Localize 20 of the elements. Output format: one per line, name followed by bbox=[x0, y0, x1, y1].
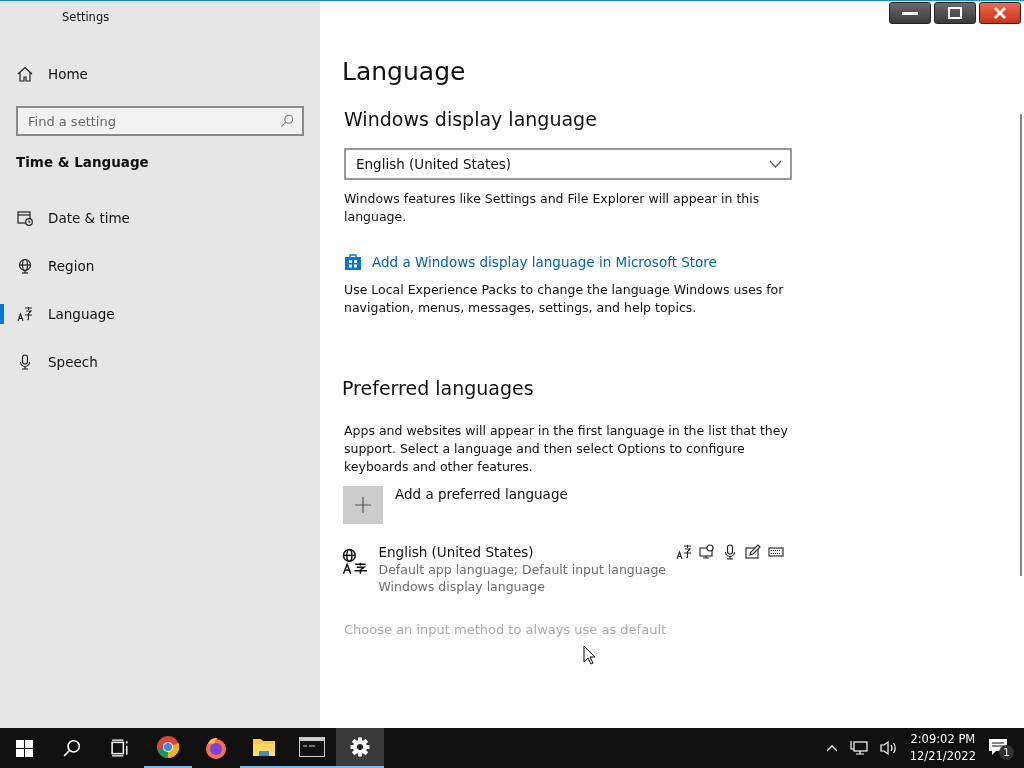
notification-button[interactable]: 1 bbox=[988, 736, 1014, 760]
window-title: Settings bbox=[62, 10, 110, 24]
section-heading: Windows display language bbox=[344, 108, 598, 130]
nav-item[interactable]: Date & time bbox=[0, 194, 320, 242]
nav-item[interactable]: Speech bbox=[0, 338, 320, 386]
home-nav-item[interactable]: Home bbox=[0, 50, 320, 98]
language-row[interactable]: English (United States) Default app language; Default input language Windows display language bbox=[342, 544, 792, 594]
store-link[interactable]: Add a Windows display language in Microsoft Store bbox=[344, 253, 717, 271]
search-field[interactable]: Find a setting bbox=[16, 106, 304, 136]
nav-item[interactable]: Language bbox=[0, 290, 320, 338]
add-language-button[interactable]: Add a preferred language bbox=[343, 486, 568, 524]
nav-item[interactable]: Region bbox=[0, 242, 320, 290]
description-text: Use Local Experience Packs to change the language Windows uses for navigation, menus, messages, settings, and help topics. bbox=[344, 281, 785, 317]
description-text: Windows features like Settings and File Explorer will appear in this language. bbox=[344, 190, 761, 226]
language-dropdown[interactable]: English (United States) bbox=[344, 148, 792, 180]
section-heading: Preferred languages bbox=[342, 377, 535, 399]
clock[interactable]: 2:09:02 PM 12/21/2022 bbox=[909, 731, 976, 765]
description-text: Apps and websites will appear in the first language in the list that they support. Select a language and then select Options to configure keyboards and other features. bbox=[344, 422, 789, 476]
page-title: Language bbox=[342, 57, 467, 88]
section-heading: Time & Language bbox=[16, 154, 149, 170]
